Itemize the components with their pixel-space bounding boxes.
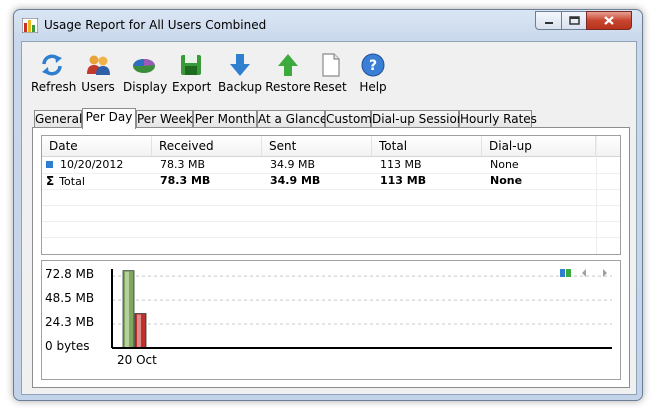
total-label-cell: Σ Total	[42, 173, 152, 189]
table-total-row[interactable]: Σ Total 78.3 MB 34.9 MB 113 MB None	[42, 173, 620, 190]
usage-table[interactable]: Date Received Sent Total Dial-up 10/20/2…	[41, 135, 621, 255]
row-marker-icon	[46, 161, 53, 168]
row-dialup: None	[490, 158, 519, 171]
down-arrow-icon	[230, 54, 250, 76]
empty-row	[42, 189, 620, 206]
chart-legend-icon[interactable]	[559, 268, 573, 278]
help-button[interactable]: ? Help	[356, 52, 390, 94]
help-icon: ?	[361, 53, 385, 77]
row-date: 10/20/2012	[60, 158, 124, 171]
tab-at-a-glance[interactable]: At a Glance	[257, 110, 327, 128]
report-window: Usage Report for All Users Combined Refr…	[13, 9, 643, 401]
bar-highlight	[125, 271, 129, 347]
column-header-date[interactable]: Date	[42, 136, 152, 156]
total-dialup: None	[490, 174, 523, 187]
y-tick-label: 72.8 MB	[45, 267, 95, 282]
total-received: 78.3 MB	[160, 174, 211, 187]
empty-row	[42, 221, 620, 238]
y-tick-label: 0 bytes	[45, 339, 90, 353]
row-sent: 34.9 MB	[270, 158, 316, 171]
total-total: 113 MB	[380, 174, 427, 187]
users-icon	[87, 55, 110, 75]
chart-scroll-left-icon[interactable]	[580, 268, 588, 278]
table-row[interactable]: 10/20/2012 78.3 MB 34.9 MB 113 MB None	[42, 157, 620, 174]
sum-icon: Σ	[46, 174, 55, 188]
empty-row	[42, 205, 620, 222]
column-header-total[interactable]: Total	[372, 136, 482, 156]
per-day-panel: Date Received Sent Total Dial-up 10/20/2…	[32, 127, 630, 388]
backup-label: Backup	[218, 80, 262, 94]
row-received: 78.3 MB	[160, 158, 206, 171]
chart-scroll-right-icon[interactable]	[601, 268, 609, 278]
row-total: 113 MB	[380, 158, 422, 171]
reset-button[interactable]: Reset	[312, 52, 348, 94]
save-disk-icon	[181, 55, 201, 75]
svg-text:?: ?	[369, 58, 377, 74]
tab-general[interactable]: General	[34, 110, 82, 128]
usage-chart: 0 bytes 24.3 MB 48.5 MB 72.8 MB 20 Oct	[41, 260, 621, 380]
users-label: Users	[81, 80, 115, 94]
table-header: Date Received Sent Total Dial-up	[42, 136, 620, 157]
window-title: Usage Report for All Users Combined	[44, 18, 267, 32]
export-button[interactable]: Export	[172, 52, 212, 94]
client-area: Refresh Users Display Export Backup Rest…	[21, 41, 637, 395]
display-icon	[133, 58, 155, 73]
column-header-received[interactable]: Received	[152, 136, 262, 156]
toolbar: Refresh Users Display Export Backup Rest…	[22, 42, 636, 110]
reset-label: Reset	[313, 80, 347, 94]
tab-per-day[interactable]: Per Day	[82, 108, 136, 129]
maximize-button[interactable]	[561, 11, 587, 30]
maximize-icon	[568, 16, 580, 25]
total-label: Total	[59, 175, 85, 188]
tab-per-month[interactable]: Per Month	[193, 110, 257, 128]
close-icon	[604, 16, 614, 25]
refresh-button[interactable]: Refresh	[31, 52, 77, 94]
display-button[interactable]: Display	[123, 52, 168, 94]
bar-highlight	[137, 314, 141, 347]
total-sent: 34.9 MB	[270, 174, 321, 187]
y-tick-label: 48.5 MB	[45, 291, 95, 306]
close-button[interactable]	[586, 11, 632, 30]
users-button[interactable]: Users	[80, 52, 116, 94]
tab-dial-up-sessions[interactable]: Dial-up Sessions	[371, 110, 471, 128]
minimize-button[interactable]	[535, 11, 562, 30]
minimize-icon	[544, 21, 553, 24]
restore-button[interactable]: Restore	[264, 52, 312, 94]
up-arrow-icon	[278, 54, 298, 76]
tab-per-week[interactable]: Per Week	[136, 110, 193, 128]
refresh-label: Refresh	[31, 80, 77, 94]
help-label: Help	[359, 80, 387, 94]
export-label: Export	[172, 80, 212, 94]
tab-hourly-rates[interactable]: Hourly Rates	[459, 110, 537, 128]
y-tick-label: 24.3 MB	[45, 315, 95, 329]
restore-label: Restore	[265, 80, 311, 94]
display-label: Display	[123, 80, 168, 94]
date-cell: 10/20/2012	[42, 157, 152, 173]
refresh-icon	[42, 54, 62, 76]
title-bar[interactable]: Usage Report for All Users Combined	[14, 10, 642, 40]
blank-page-icon	[322, 53, 340, 77]
backup-button[interactable]: Backup	[218, 52, 262, 94]
column-header-sent[interactable]: Sent	[262, 136, 372, 156]
column-header-dialup[interactable]: Dial-up	[482, 136, 596, 156]
tab-custom[interactable]: Custom	[325, 110, 372, 128]
app-bar-chart-icon	[22, 18, 38, 33]
x-tick-label: 20 Oct	[117, 353, 157, 367]
